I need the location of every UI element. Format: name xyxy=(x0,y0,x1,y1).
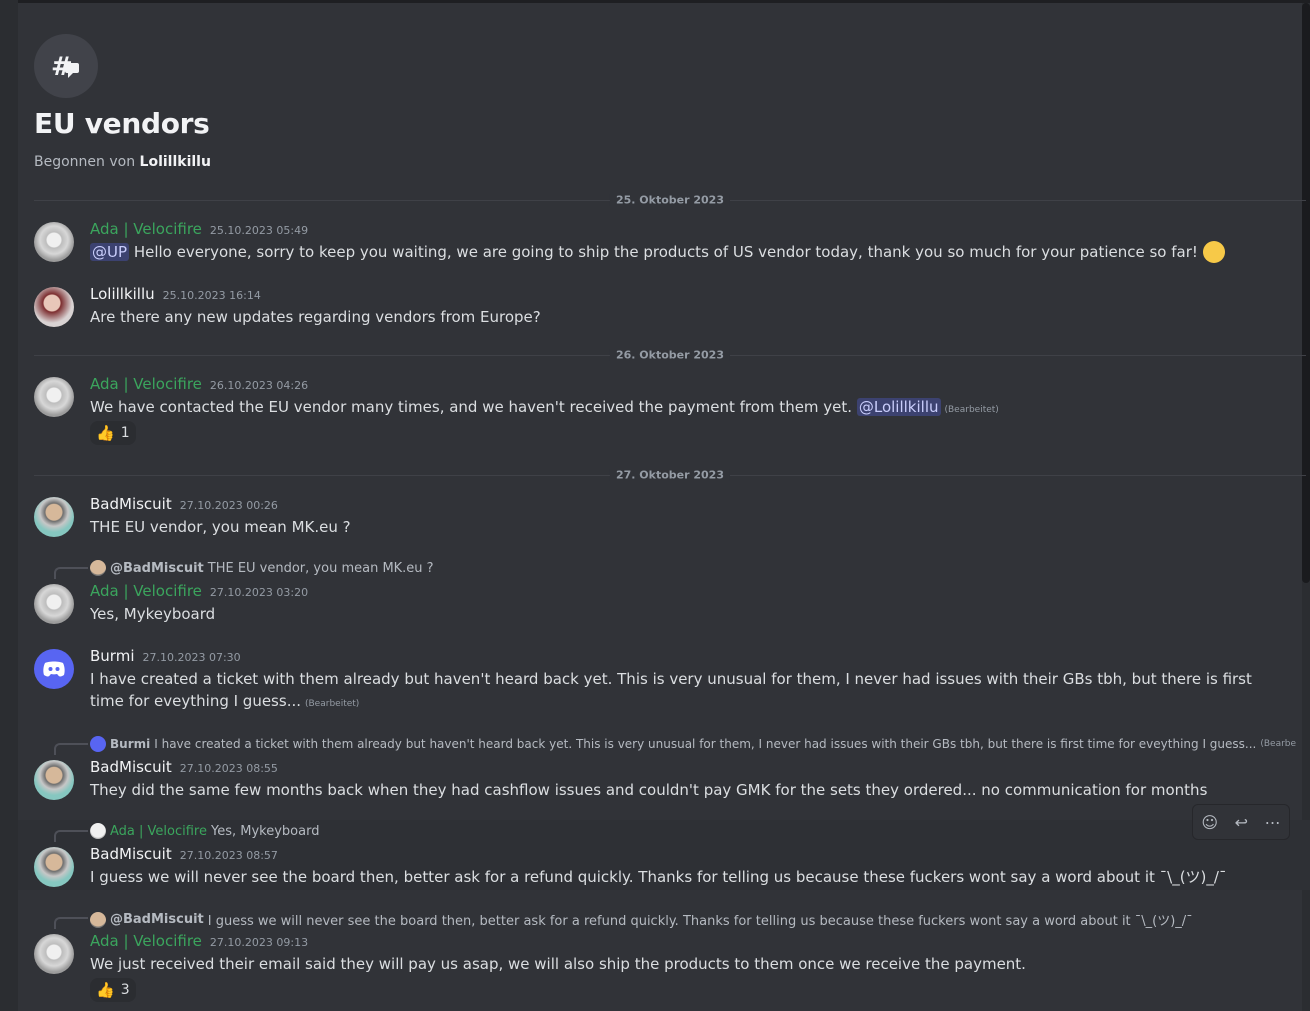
avatar[interactable] xyxy=(34,377,74,417)
avatar[interactable] xyxy=(34,760,74,800)
thread-started-by: Begonnen von Lolillkillu xyxy=(34,154,211,170)
date-divider-label: 27. Oktober 2023 xyxy=(609,468,731,482)
author-name[interactable]: Ada | Velocifire xyxy=(90,932,202,950)
avatar[interactable] xyxy=(34,934,74,974)
started-prefix: Begonnen von xyxy=(34,154,136,170)
reply-spine xyxy=(54,917,88,929)
message-text: THE EU vendor, you mean MK.eu ? xyxy=(90,518,351,536)
timestamp: 27.10.2023 03:20 xyxy=(209,586,309,599)
timestamp: 25.10.2023 16:14 xyxy=(162,289,261,302)
message-header: Ada | Velocifire 27.10.2023 03:20 xyxy=(90,582,308,600)
avatar[interactable] xyxy=(34,497,74,537)
message-text: They did the same few months back when t… xyxy=(90,781,1208,799)
reaction-chip[interactable]: 👍 1 xyxy=(90,421,136,445)
more-icon[interactable]: ⋯ xyxy=(1265,813,1281,832)
timestamp: 27.10.2023 00:26 xyxy=(179,499,278,512)
reply-avatar xyxy=(90,736,106,752)
thumbs-up-icon: 👍 xyxy=(96,981,115,999)
timestamp: 25.10.2023 05:49 xyxy=(209,224,309,237)
author-name[interactable]: BadMiscuit xyxy=(90,758,172,776)
thread-hash-icon: # xyxy=(34,34,98,98)
date-divider: 27. Oktober 2023 xyxy=(34,468,1306,482)
author-name[interactable]: Ada | Velocifire xyxy=(90,375,202,393)
timestamp: 27.10.2023 08:57 xyxy=(179,849,278,862)
reply-reference[interactable]: @BadMiscuit I guess we will never see th… xyxy=(90,910,1193,929)
author-name[interactable]: Ada | Velocifire xyxy=(90,582,202,600)
message-text: Yes, Mykeyboard xyxy=(90,605,216,623)
reply-reference[interactable]: Ada | Velocifire Yes, Mykeyboard xyxy=(90,823,319,839)
reply-spine xyxy=(54,743,88,755)
add-reaction-icon[interactable]: ☺ xyxy=(1201,813,1218,832)
message-text: Hello everyone, sorry to keep you waitin… xyxy=(133,243,1198,261)
reply-preview: I guess we will never see the board then… xyxy=(207,914,1193,929)
reply-author[interactable]: @BadMiscuit xyxy=(110,912,204,927)
author-name[interactable]: Lolillkillu xyxy=(90,285,155,303)
starter-name[interactable]: Lolillkillu xyxy=(140,154,211,170)
reply-preview: Yes, Mykeyboard xyxy=(210,823,320,839)
message-header: Ada | Velocifire 25.10.2023 05:49 xyxy=(90,220,308,238)
date-divider: 26. Oktober 2023 xyxy=(34,348,1306,362)
message-header: Ada | Velocifire 27.10.2023 09:13 xyxy=(90,932,308,950)
message-toolbar: ☺ ↩ ⋯ xyxy=(1192,804,1290,840)
thread-title: EU vendors xyxy=(34,107,210,140)
role-mention[interactable]: @UP xyxy=(90,243,130,261)
message-text: We have contacted the EU vendor many tim… xyxy=(90,398,853,416)
message-text: I guess we will never see the board then… xyxy=(90,868,1227,886)
user-mention[interactable]: @Lolillkillu xyxy=(856,398,941,416)
reaction-count: 1 xyxy=(120,425,130,441)
message-header: Burmi 27.10.2023 07:30 xyxy=(90,647,241,665)
date-divider: 25. Oktober 2023 xyxy=(34,193,1306,207)
author-name[interactable]: Ada | Velocifire xyxy=(90,220,202,238)
author-name[interactable]: BadMiscuit xyxy=(90,495,172,513)
author-name[interactable]: Burmi xyxy=(90,647,134,665)
avatar[interactable] xyxy=(34,222,74,262)
avatar[interactable] xyxy=(34,649,74,689)
edited-label: (Bearbeitet) xyxy=(305,699,360,709)
message-header: Lolillkillu 25.10.2023 16:14 xyxy=(90,285,261,303)
message-header: BadMiscuit 27.10.2023 08:57 xyxy=(90,845,278,863)
reply-avatar xyxy=(90,823,106,839)
timestamp: 27.10.2023 09:13 xyxy=(209,936,309,949)
author-name[interactable]: BadMiscuit xyxy=(90,845,172,863)
reply-avatar xyxy=(90,560,106,576)
avatar[interactable] xyxy=(34,287,74,327)
reply-spine xyxy=(54,830,88,842)
message-header: Ada | Velocifire 26.10.2023 04:26 xyxy=(90,375,308,393)
avatar[interactable] xyxy=(34,847,74,887)
timestamp: 27.10.2023 07:30 xyxy=(142,651,241,664)
message-text: I have created a ticket with them alread… xyxy=(90,670,1252,710)
thread-view: # EU vendors Begonnen von Lolillkillu 25… xyxy=(18,3,1310,1011)
reply-preview: THE EU vendor, you mean MK.eu ? xyxy=(207,560,434,576)
message-text: Are there any new updates regarding vend… xyxy=(90,308,541,326)
reply-author[interactable]: @BadMiscuit xyxy=(110,561,204,576)
scrollbar-thumb[interactable] xyxy=(1302,3,1310,583)
timestamp: 26.10.2023 04:26 xyxy=(209,379,309,392)
message-header: BadMiscuit 27.10.2023 08:55 xyxy=(90,758,278,776)
timestamp: 27.10.2023 08:55 xyxy=(179,762,278,775)
message-content: We have contacted the EU vendor many tim… xyxy=(90,396,999,421)
reply-reference[interactable]: @BadMiscuit THE EU vendor, you mean MK.e… xyxy=(90,560,434,576)
discord-logo-icon xyxy=(43,661,65,677)
edited-label: (Bearbeitet) xyxy=(944,405,999,415)
reply-reference[interactable]: Burmi I have created a ticket with them … xyxy=(90,736,1296,752)
reply-preview: I have created a ticket with them alread… xyxy=(154,737,1257,751)
date-divider-label: 26. Oktober 2023 xyxy=(609,348,731,362)
slightly-smiling-face-icon xyxy=(1202,240,1225,263)
message-text: We just received their email said they w… xyxy=(90,955,1026,973)
reaction-count: 3 xyxy=(120,982,130,998)
reaction-chip[interactable]: 👍 3 xyxy=(90,978,136,1002)
left-panel-edge xyxy=(0,0,18,1011)
reply-avatar xyxy=(90,911,106,928)
date-divider-label: 25. Oktober 2023 xyxy=(609,193,731,207)
message-content: I have created a ticket with them alread… xyxy=(90,668,1260,715)
reply-icon[interactable]: ↩ xyxy=(1235,813,1248,832)
avatar[interactable] xyxy=(34,584,74,624)
reply-spine xyxy=(54,567,88,579)
reply-author[interactable]: Burmi xyxy=(110,737,150,751)
message-header: BadMiscuit 27.10.2023 00:26 xyxy=(90,495,278,513)
reply-author[interactable]: Ada | Velocifire xyxy=(110,824,207,839)
reply-edited-label: (Bearbe xyxy=(1260,739,1297,749)
thumbs-up-icon: 👍 xyxy=(96,424,115,442)
message-content: @UP Hello everyone, sorry to keep you wa… xyxy=(90,240,1225,264)
